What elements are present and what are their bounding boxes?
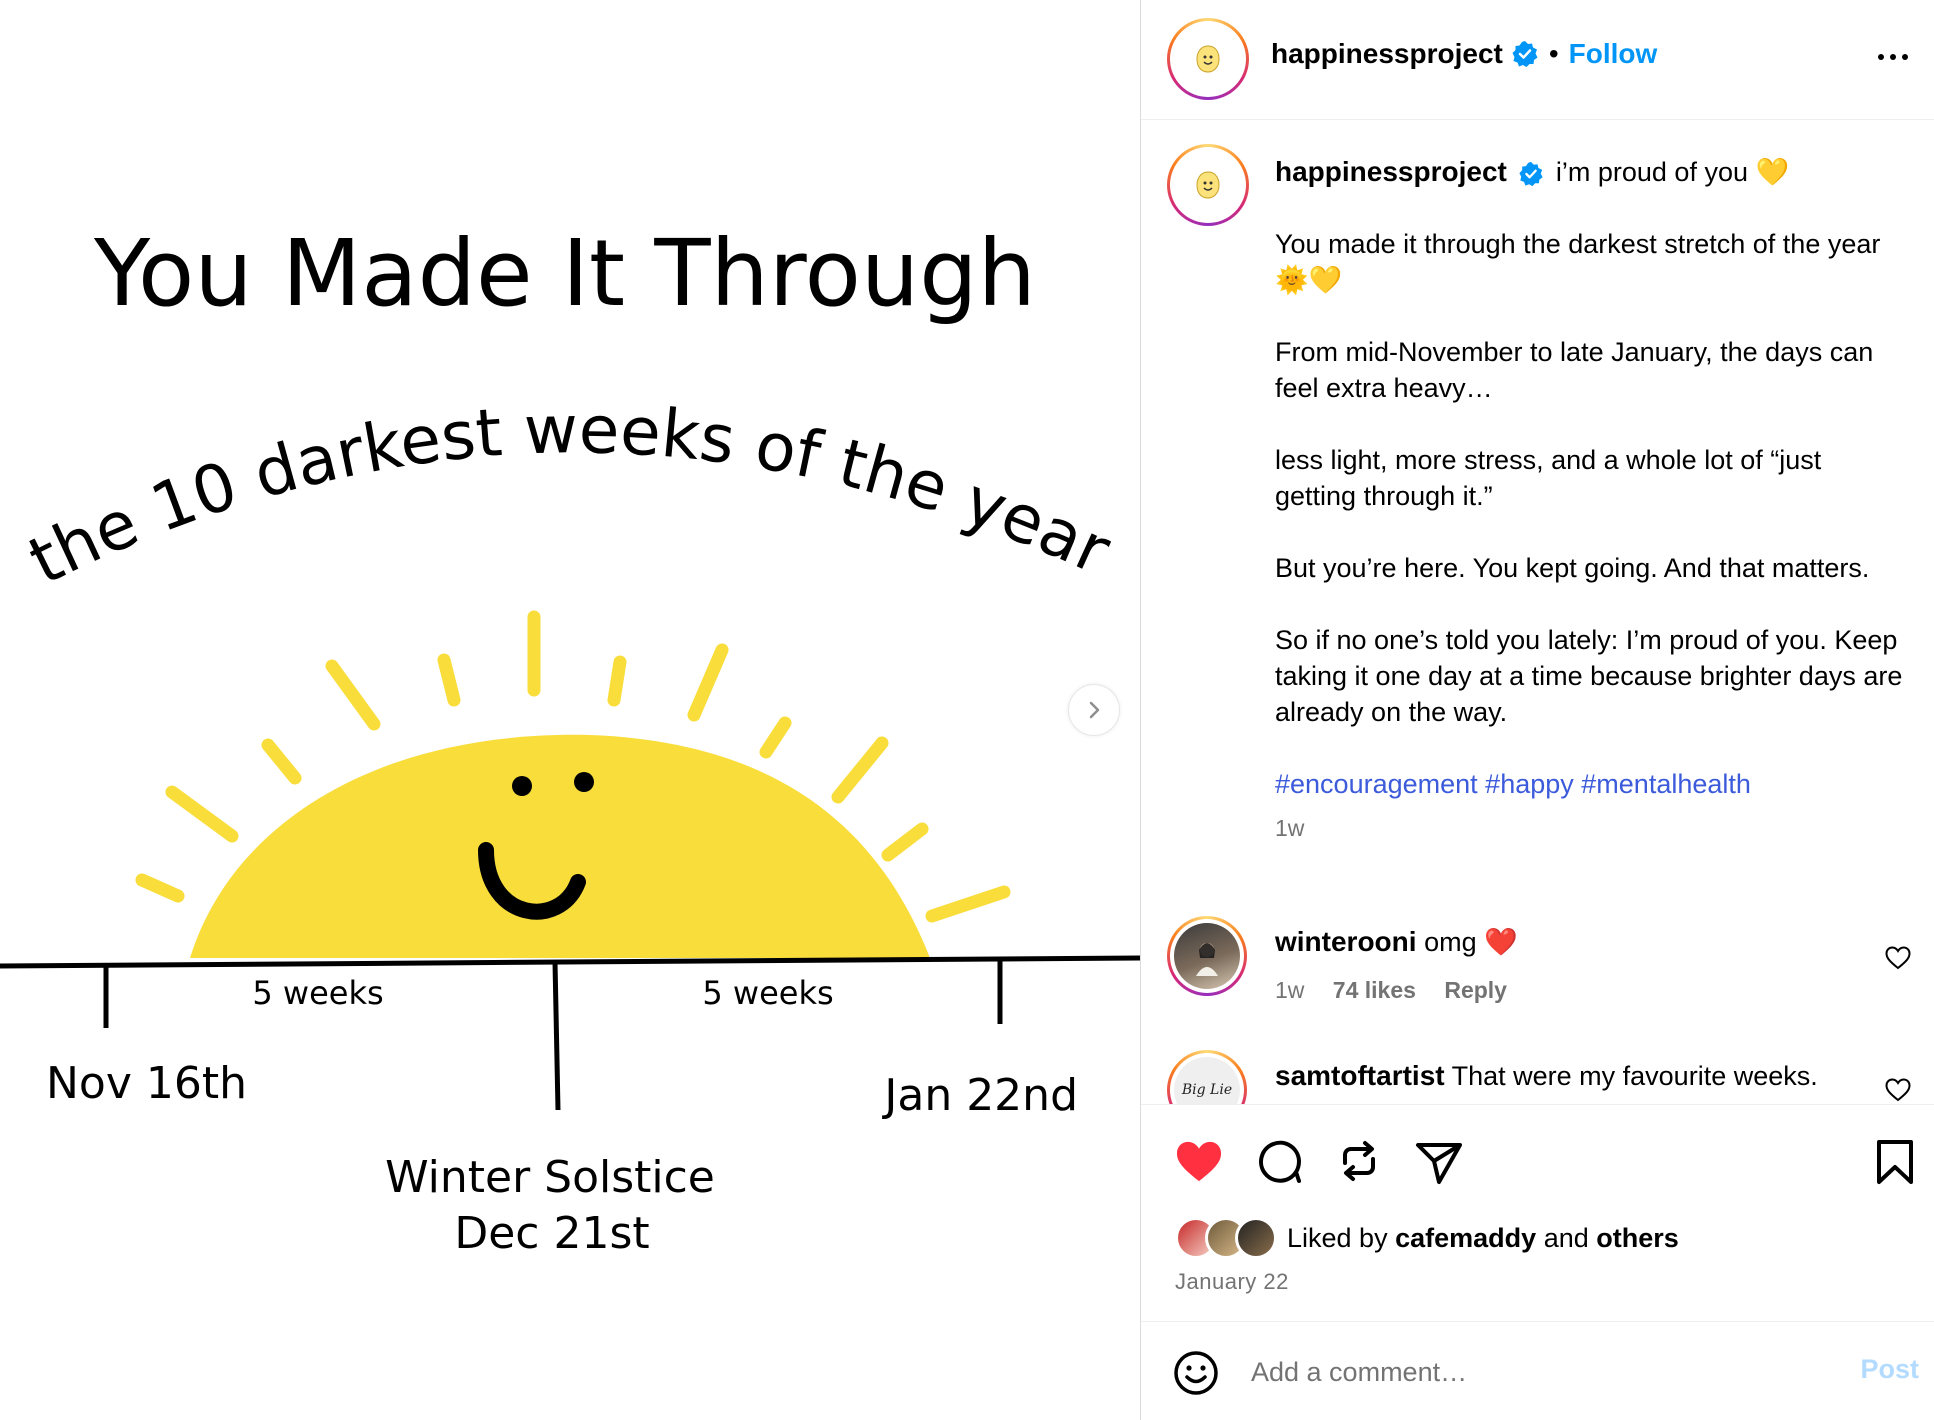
comment-text: That were my favourite weeks. [1451,1061,1818,1091]
heart-outline-icon [1885,946,1911,970]
caption-paragraph-1: You made it through the darkest stretch … [1275,229,1881,295]
separator-dot: • [1548,38,1559,69]
comment-reply-button[interactable]: Reply [1444,977,1507,1003]
share-button[interactable] [1415,1139,1463,1190]
caption-paragraph-3: less light, more stress, and a whole lot… [1275,445,1822,511]
liked-by-others[interactable]: others [1596,1223,1679,1253]
caption-hashtags: #encouragement #happy #mentalhealth [1275,766,1905,802]
post-illustration: You Made It Through the 10 darkest weeks… [0,220,1140,1259]
chevron-right-icon [1089,701,1100,719]
post-caption: happinessproject i’m proud of you 💛 You … [1275,154,1905,846]
comment-item: samtoftartist That were my favourite wee… [1275,1058,1875,1094]
hashtag-link[interactable]: #mentalhealth [1581,769,1751,799]
span-left-label: 5 weeks [252,974,383,1012]
add-comment-bar: Post [1141,1321,1934,1420]
comment-bubble-icon [1259,1140,1301,1183]
repost-icon [1343,1141,1375,1181]
comment-text: omg ❤️ [1424,927,1518,957]
hashtag-link[interactable]: #encouragement [1275,769,1478,799]
solstice-date-label: Dec 21st [454,1208,649,1259]
post-media[interactable]: You Made It Through the 10 darkest weeks… [0,0,1140,1420]
comment-input[interactable] [1251,1350,1791,1394]
illustration-title: You Made It Through [93,220,1036,327]
smiley-logo-icon [1196,45,1220,73]
comment-button[interactable] [1255,1137,1303,1190]
caption-paragraph-5: So if no one’s told you lately: I’m prou… [1275,625,1903,727]
comment-like-button[interactable] [1885,946,1911,975]
span-right-label: 5 weeks [702,974,833,1012]
timeline-tick-mid [552,961,561,1111]
solstice-label: Winter Solstice [385,1152,715,1203]
end-date-label: Jan 22nd [881,1070,1078,1121]
liked-by-text: Liked by cafemaddy and others [1287,1223,1679,1254]
author-username[interactable]: happinessproject [1271,38,1503,70]
caption-lead: i’m proud of you 💛 [1555,157,1790,187]
person-photo-icon [1196,943,1218,976]
hashtag-link[interactable]: #happy [1485,769,1574,799]
liked-by-and: and [1543,1223,1589,1253]
comment-time: 1w [1275,977,1305,1003]
paper-plane-icon [1416,1143,1462,1184]
illustration-subtitle: the 10 darkest weeks of the year [17,391,1122,600]
caption-paragraph-2: From mid-November to late January, the d… [1275,337,1874,403]
liked-by-user[interactable]: cafemaddy [1395,1223,1536,1253]
liked-by-prefix: Liked by [1287,1223,1388,1253]
like-button[interactable] [1173,1139,1225,1190]
sun-shape [190,734,930,958]
sun-eye-right [574,772,594,792]
commenter-avatar[interactable] [1167,916,1247,996]
post-comment-button[interactable]: Post [1860,1354,1919,1385]
comment-username[interactable]: winterooni [1275,926,1417,957]
comment-like-button[interactable] [1885,1078,1911,1104]
more-horizontal-icon [1878,54,1908,60]
commenter-avatar[interactable]: Big Lie [1167,1050,1247,1104]
comment-username[interactable]: samtoftartist [1275,1060,1445,1091]
comments-scroll-area[interactable]: happinessproject i’m proud of you 💛 You … [1141,120,1934,1104]
post-header: happinessproject • Follow [1141,0,1934,120]
emoji-smile-icon [1174,1351,1218,1395]
repost-button[interactable] [1335,1137,1383,1190]
save-button[interactable] [1875,1139,1915,1190]
bookmark-icon [1877,1140,1913,1184]
comment-likes[interactable]: 74 likes [1333,977,1416,1003]
verified-badge-icon [1512,41,1538,67]
follow-button[interactable]: Follow [1569,38,1658,70]
start-date-label: Nov 16th [46,1058,247,1109]
author-avatar[interactable] [1167,18,1249,100]
more-options-button[interactable] [1875,42,1911,72]
emoji-picker-button[interactable] [1173,1350,1219,1401]
timeline-line [0,955,1140,969]
caption-paragraph-4: But you’re here. You kept going. And tha… [1275,553,1870,583]
next-slide-button[interactable] [1068,684,1120,736]
caption-timestamp: 1w [1275,815,1305,841]
avatar-logo-text: Big Lie [1181,1082,1233,1098]
caption-username[interactable]: happinessproject [1275,156,1507,187]
sun-eye-left [512,776,532,796]
post-actions: Liked by cafemaddy and others January 22… [1141,1104,1934,1420]
heart-outline-icon [1885,1078,1911,1102]
verified-badge-icon [1519,161,1543,186]
post-date[interactable]: January 22 [1175,1269,1289,1295]
comment-item: winterooni omg ❤️ 1w 74 likes Reply [1275,924,1875,1008]
caption-author-avatar[interactable] [1167,144,1249,226]
liker-avatar [1235,1217,1277,1259]
post-side-panel: happinessproject • Follow happinessproje… [1140,0,1934,1420]
liked-by-avatars[interactable] [1175,1217,1285,1259]
smiley-logo-icon [1196,171,1220,199]
heart-filled-icon [1176,1141,1222,1182]
